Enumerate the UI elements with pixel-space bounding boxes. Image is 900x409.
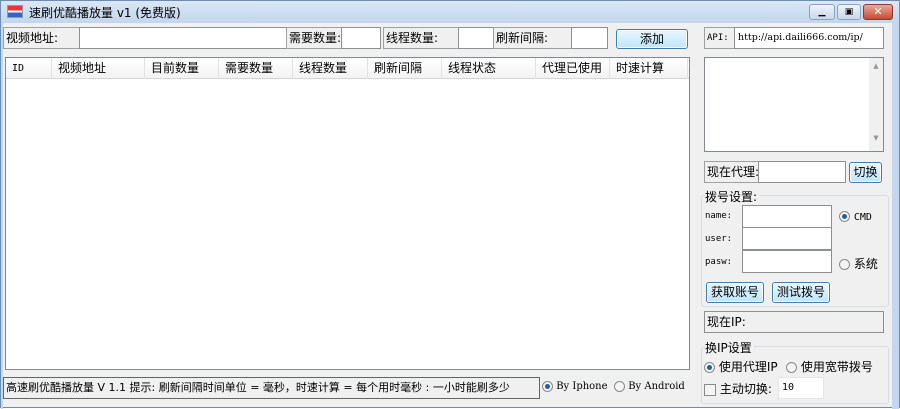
auto-switch-checkbox[interactable]: 主动切换: <box>704 380 772 397</box>
interval-label: 刷新间隔: <box>493 27 572 49</box>
column-header[interactable]: 刷新间隔 <box>368 58 442 79</box>
app-icon <box>7 5 23 18</box>
by-android-label: By Android <box>628 381 685 392</box>
switch-button[interactable]: 切换 <box>849 162 882 183</box>
column-header[interactable]: 代理已使用 <box>536 58 610 79</box>
url-label: 视频地址: <box>3 27 80 49</box>
column-header[interactable]: 时速计算 <box>610 58 688 79</box>
thread-label: 线程数量: <box>383 27 459 49</box>
name-label: name: <box>705 211 733 221</box>
list-header: ID 视频地址 目前数量 需要数量 线程数量 刷新间隔 线程状态 代理已使用 时速计算 <box>6 58 689 79</box>
get-account-button[interactable]: 获取账号 <box>706 282 764 303</box>
by-android-radio[interactable]: By Android <box>614 381 685 392</box>
column-header[interactable]: 目前数量 <box>145 58 219 79</box>
maximize-button[interactable]: ▣ <box>837 4 861 20</box>
dial-settings-title: 拨号设置: <box>705 188 760 205</box>
current-ip-display: 现在IP: <box>704 311 884 333</box>
auto-switch-input[interactable]: 10 <box>778 377 824 399</box>
column-header[interactable]: 线程数量 <box>293 58 368 79</box>
proxy-input[interactable] <box>758 161 846 183</box>
by-iphone-label: By Iphone <box>556 381 608 392</box>
api-input[interactable]: http://api.daili666.com/ip/ <box>734 27 884 49</box>
cmd-radio[interactable]: CMD <box>839 209 872 223</box>
name-input[interactable] <box>742 205 832 228</box>
task-list[interactable]: ID 视频地址 目前数量 需要数量 线程数量 刷新间隔 线程状态 代理已使用 时速计算 <box>5 57 690 370</box>
scroll-up-icon[interactable]: ▲ <box>869 62 883 70</box>
pasw-input[interactable] <box>742 250 832 273</box>
pasw-label: pasw: <box>705 257 733 267</box>
cmd-label: CMD <box>853 212 872 223</box>
system-radio[interactable]: 系统 <box>839 255 878 272</box>
use-proxy-radio[interactable]: 使用代理IP <box>704 358 778 375</box>
use-broadband-label: 使用宽带拨号 <box>800 360 873 374</box>
main-window: 速刷优酷播放量 v1 (免费版) ▁ ▣ ✕ 视频地址: 需要数量: 线程数量:… <box>0 0 900 409</box>
radio-checked-icon <box>542 381 553 392</box>
proxy-label: 现在代理: <box>704 161 760 183</box>
checkbox-icon <box>704 383 716 396</box>
thread-input[interactable] <box>458 27 494 49</box>
need-label: 需要数量: <box>286 27 342 49</box>
url-input[interactable] <box>79 27 287 49</box>
radio-unchecked-icon <box>839 259 850 270</box>
use-broadband-radio[interactable]: 使用宽带拨号 <box>786 358 873 375</box>
system-label: 系统 <box>853 257 878 271</box>
column-header[interactable]: 需要数量 <box>219 58 293 79</box>
column-header[interactable]: 线程状态 <box>442 58 536 79</box>
window-title: 速刷优酷播放量 v1 (免费版) <box>29 6 181 20</box>
add-button[interactable]: 添加 <box>616 29 688 49</box>
ip-switch-title: 换IP设置 <box>705 339 754 356</box>
radio-checked-icon <box>704 362 715 373</box>
user-input[interactable] <box>742 227 832 250</box>
proxy-list-textarea[interactable]: ▲ ▼ <box>704 57 884 152</box>
status-text: 高速刷优酷播放量 V 1.1 提示: 刷新间隔时间单位 = 毫秒，时速计算 = … <box>3 377 540 399</box>
radio-unchecked-icon <box>786 362 797 373</box>
auto-switch-label: 主动切换: <box>719 382 772 396</box>
column-header[interactable]: 视频地址 <box>52 58 145 79</box>
window-frame <box>892 23 899 409</box>
test-dial-button[interactable]: 测试拨号 <box>772 282 830 303</box>
column-header[interactable]: ID <box>6 58 52 79</box>
scrollbar[interactable]: ▲ ▼ <box>869 58 883 151</box>
minimize-button[interactable]: ▁ <box>809 4 835 20</box>
need-input[interactable] <box>341 27 381 49</box>
scroll-down-icon[interactable]: ▼ <box>869 134 883 142</box>
api-label: API: <box>704 27 735 49</box>
window-frame <box>1 23 3 409</box>
interval-input[interactable] <box>571 27 608 49</box>
by-iphone-radio[interactable]: By Iphone <box>542 381 608 392</box>
radio-unchecked-icon <box>614 381 625 392</box>
use-proxy-label: 使用代理IP <box>718 360 778 374</box>
radio-checked-icon <box>839 211 850 222</box>
close-button[interactable]: ✕ <box>863 4 893 20</box>
user-label: user: <box>705 234 733 244</box>
title-bar: 速刷优酷播放量 v1 (免费版) ▁ ▣ ✕ <box>1 1 899 23</box>
